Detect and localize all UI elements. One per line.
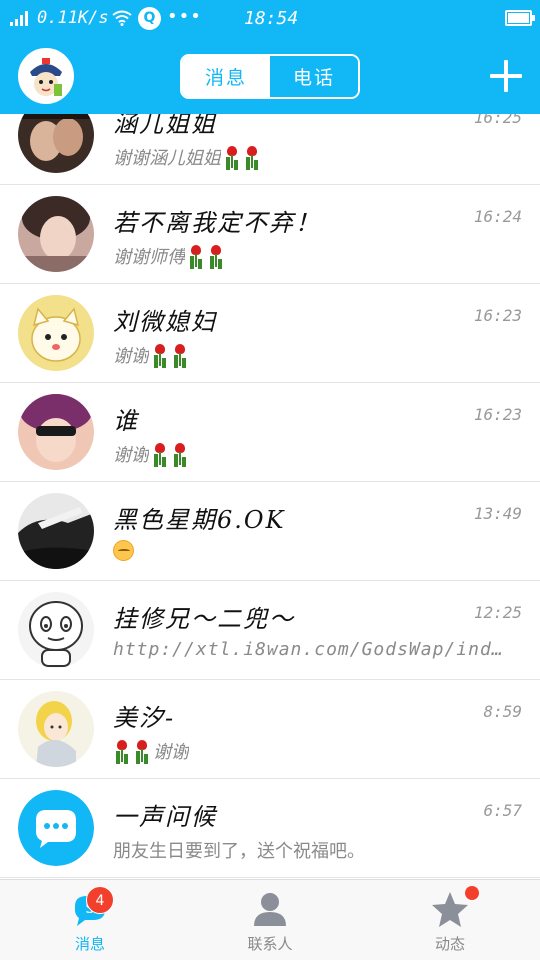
conversation-row[interactable]: 谁 16:23 谢谢	[0, 383, 540, 482]
contact-avatar	[18, 592, 94, 668]
contact-avatar	[18, 114, 94, 173]
message-preview: 谢谢	[113, 738, 510, 764]
rose-emoji-icon	[151, 343, 169, 367]
nav-contacts[interactable]: 联系人	[210, 880, 330, 960]
message-call-switch: 消息 电话	[180, 54, 360, 99]
contact-name: 挂修兄～二兜～	[113, 605, 295, 633]
conversation-row[interactable]: 一声问候 6:57 朋友生日要到了，送个祝福吧。	[0, 779, 540, 878]
contact-name: 美汐-	[113, 704, 176, 732]
message-preview: 谢谢	[113, 441, 510, 467]
preview-text: http://xtl.i8wan.com/GodsWap/index…	[113, 639, 510, 660]
plus-icon[interactable]	[490, 60, 522, 92]
contact-name: 黑色星期6.OK	[113, 506, 286, 534]
nav-label: 动态	[434, 935, 465, 953]
message-time: 13:49	[473, 504, 522, 523]
message-time: 12:25	[473, 603, 522, 622]
conversation-row[interactable]: 挂修兄～二兜～ 12:25 http://xtl.i8wan.com/GodsW…	[0, 581, 540, 680]
contact-avatar	[18, 295, 94, 371]
contact-person-icon	[254, 893, 286, 926]
message-preview: http://xtl.i8wan.com/GodsWap/index…	[113, 639, 510, 660]
preview-text: 谢谢	[113, 346, 149, 367]
preview-text: 谢谢师傅	[113, 247, 185, 268]
signal-icon	[10, 10, 32, 26]
user-avatar-icon[interactable]	[18, 48, 74, 104]
more-dots-icon: •••	[167, 6, 202, 27]
battery-icon	[505, 10, 535, 26]
sleepy-face-emoji-icon	[113, 540, 134, 561]
contact-name: 一声问候	[113, 803, 217, 831]
unread-badge: 4	[86, 886, 114, 914]
qq-icon: Q	[138, 7, 161, 30]
conversation-list: 涵儿姐姐 16:25 谢谢涵儿姐姐 若不离我定不弃！ 16:24 谢谢师傅 刘微…	[0, 114, 540, 879]
message-time: 16:25	[473, 114, 522, 127]
message-preview: 朋友生日要到了，送个祝福吧。	[113, 837, 510, 863]
wifi-icon	[112, 10, 132, 26]
message-time: 6:57	[483, 801, 522, 820]
network-speed: 0.11K/s	[37, 8, 109, 28]
rose-emoji-icon	[171, 442, 189, 466]
rose-emoji-icon	[133, 739, 151, 763]
contact-avatar	[18, 493, 94, 569]
contact-name: 涵儿姐姐	[113, 114, 217, 138]
rose-emoji-icon	[223, 145, 241, 169]
star-icon	[432, 892, 468, 927]
contact-avatar	[18, 196, 94, 272]
rose-emoji-icon	[243, 145, 261, 169]
tab-calls[interactable]: 电话	[270, 56, 358, 97]
conversation-row[interactable]: 涵儿姐姐 16:25 谢谢涵儿姐姐	[0, 114, 540, 185]
contact-avatar	[18, 691, 94, 767]
top-header: 消息 电话	[0, 38, 540, 114]
preview-text: 朋友生日要到了，送个祝福吧。	[113, 841, 365, 862]
contact-name: 谁	[113, 407, 139, 435]
conversation-row[interactable]: 刘微媳妇 16:23 谢谢	[0, 284, 540, 383]
rose-emoji-icon	[187, 244, 205, 268]
contact-name: 刘微媳妇	[113, 308, 217, 336]
conversation-row[interactable]: 黑色星期6.OK 13:49	[0, 482, 540, 581]
nav-moments[interactable]: 动态	[390, 880, 510, 960]
rose-emoji-icon	[171, 343, 189, 367]
rose-emoji-icon	[113, 739, 131, 763]
rose-emoji-icon	[207, 244, 225, 268]
message-preview: 谢谢	[113, 342, 510, 368]
message-time: 16:24	[473, 207, 522, 226]
preview-text: 谢谢涵儿姐姐	[113, 148, 221, 169]
tab-messages[interactable]: 消息	[182, 56, 270, 97]
clock: 18:54	[244, 8, 299, 29]
nav-label: 联系人	[247, 935, 293, 953]
contact-name: 若不离我定不弃！	[113, 209, 321, 237]
conversation-row[interactable]: 美汐- 8:59 谢谢	[0, 680, 540, 779]
contact-avatar	[18, 394, 94, 470]
qq-app: 0.11K/s Q ••• 18:54 消息 电话 涵儿姐姐 16:25 谢谢涵…	[0, 0, 540, 960]
message-preview	[113, 540, 510, 561]
greeting-chat-icon	[18, 790, 94, 866]
new-activity-dot	[465, 886, 479, 900]
conversation-row[interactable]: 若不离我定不弃！ 16:24 谢谢师傅	[0, 185, 540, 284]
status-bar: 0.11K/s Q ••• 18:54	[0, 0, 540, 38]
nav-label: 消息	[74, 935, 105, 953]
rose-emoji-icon	[151, 442, 169, 466]
bottom-navigation: S 消息 4 联系人 动态	[0, 879, 540, 960]
message-time: 8:59	[483, 702, 522, 721]
preview-text: 谢谢	[153, 742, 189, 763]
message-time: 16:23	[473, 306, 522, 325]
preview-text: 谢谢	[113, 445, 149, 466]
message-time: 16:23	[473, 405, 522, 424]
message-preview: 谢谢师傅	[113, 243, 510, 269]
message-preview: 谢谢涵儿姐姐	[113, 144, 510, 170]
